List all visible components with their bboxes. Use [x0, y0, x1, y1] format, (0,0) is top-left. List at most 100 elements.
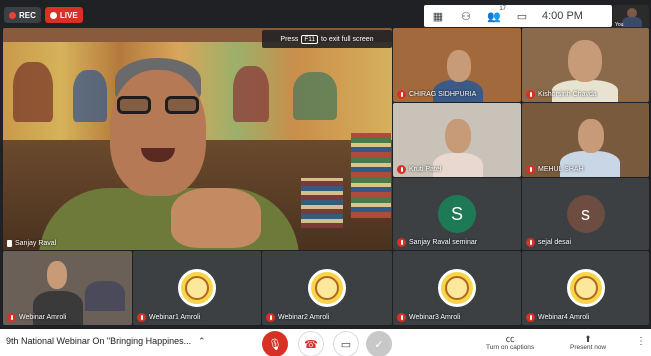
- main-speaker-name: Sanjay Raval: [15, 240, 57, 247]
- present-label: Present now: [570, 344, 607, 351]
- college-logo-icon: [308, 269, 346, 307]
- more-vert-icon[interactable]: ⋮: [636, 336, 646, 347]
- main-speaker-tile[interactable]: Sanjay Raval: [3, 28, 392, 250]
- bottom-toolbar: 9th National Webinar On "Bringing Happin…: [0, 329, 651, 356]
- captions-label: Turn on captions: [486, 344, 535, 351]
- participant-label: Webinar3 Amroli: [409, 314, 461, 321]
- speaker-head: [110, 70, 206, 196]
- grid-icon[interactable]: ▦: [424, 5, 452, 27]
- participants-count: 17: [499, 6, 506, 12]
- participant-name: sejal desai: [526, 238, 571, 247]
- participant-name: Sanjay Raval: [7, 240, 56, 247]
- college-logo-icon: [566, 269, 605, 307]
- check-icon: ✓: [374, 338, 384, 351]
- participant-label: Webinar4 Amroli: [538, 314, 590, 321]
- participant-tile[interactable]: s sejal desai: [522, 178, 649, 250]
- avatar: s: [566, 195, 605, 233]
- participant-name: Webinar3 Amroli: [397, 313, 460, 322]
- mic-off-icon: [266, 313, 275, 322]
- college-logo-icon: [438, 269, 476, 307]
- hint-press: Press: [280, 35, 299, 43]
- self-view[interactable]: You: [613, 5, 649, 29]
- mic-off-icon: [7, 313, 16, 322]
- captions-button[interactable]: ㏄ Turn on captions: [486, 334, 534, 351]
- participant-label: Webinar2 Amroli: [278, 314, 330, 321]
- chevron-up-icon[interactable]: ⌃: [198, 336, 206, 347]
- participant-label: sejal desai: [538, 239, 572, 246]
- participant-label: Kruti Patel: [409, 166, 442, 173]
- participant-tile[interactable]: Webinar2 Amroli: [262, 251, 392, 325]
- hint-key: F11: [301, 34, 319, 44]
- rec-badge: REC: [4, 7, 41, 23]
- participant-face: [447, 50, 471, 82]
- pin-icon: [7, 240, 12, 247]
- participant-tile[interactable]: Kruti Patel: [393, 103, 521, 177]
- participant-name: Webinar1 Amroli: [137, 313, 200, 322]
- participant-name: Kishorsinh Chavda: [526, 90, 597, 99]
- speaker-hands: [171, 188, 261, 248]
- mic-off-icon: [526, 90, 535, 99]
- camera-icon: ▭: [340, 338, 352, 351]
- mic-off-icon: [137, 313, 146, 322]
- self-body: [622, 17, 642, 27]
- participant-name: Sanjay Raval seminar: [397, 238, 477, 247]
- participant-face: [568, 40, 602, 82]
- participant-tile[interactable]: Webinar Amroli: [3, 251, 132, 325]
- participant-name: Webinar2 Amroli: [266, 313, 329, 322]
- participant-name: Webinar Amroli: [7, 313, 66, 322]
- participant-label: Webinar Amroli: [19, 314, 67, 321]
- live-dot-icon: [49, 11, 57, 19]
- mic-off-button[interactable]: 🎙: [262, 331, 288, 356]
- participant-label: MEHUL SHAH: [538, 166, 584, 173]
- speaker-glasses: [110, 96, 206, 116]
- participant-face: [47, 261, 67, 289]
- participant-face: [578, 119, 604, 153]
- live-badge: LIVE: [44, 7, 83, 23]
- status-pills: REC LIVE: [4, 7, 83, 23]
- participant-tile[interactable]: S Sanjay Raval seminar: [393, 178, 521, 250]
- top-toolbar: ▦ ⚇ 👥 17 ▭ 4:00 PM: [424, 5, 612, 27]
- mic-off-icon: [397, 165, 406, 174]
- participant-tile[interactable]: Kishorsinh Chavda: [522, 28, 649, 102]
- clock: 4:00 PM: [542, 10, 583, 22]
- hangup-icon: ☎: [304, 338, 318, 351]
- mic-off-icon: [526, 165, 535, 174]
- mic-off-icon: 🎙: [268, 338, 282, 351]
- participant-tile[interactable]: Webinar4 Amroli: [522, 251, 649, 325]
- confirm-button[interactable]: ✓: [366, 331, 392, 356]
- rec-label: REC: [19, 10, 36, 20]
- activities-icon[interactable]: ⚇: [452, 5, 480, 27]
- chat-icon[interactable]: ▭: [508, 5, 536, 27]
- participant-label: Webinar1 Amroli: [149, 314, 201, 321]
- mic-off-icon: [397, 313, 406, 322]
- mural-figure: [293, 72, 337, 120]
- mic-off-icon: [397, 238, 406, 247]
- captions-icon: ㏄: [505, 334, 515, 344]
- participant-name: MEHUL SHAH: [526, 165, 584, 174]
- participant-tile[interactable]: Webinar3 Amroli: [393, 251, 521, 325]
- participant-name: CHIRAG SIDHPURIA: [397, 90, 476, 99]
- hangup-button[interactable]: ☎: [298, 331, 324, 356]
- mic-off-icon: [526, 238, 535, 247]
- bookstack: [301, 178, 343, 228]
- hint-text: to exit full screen: [321, 35, 374, 43]
- present-icon: ⬆: [584, 334, 592, 344]
- people-icon[interactable]: 👥 17: [480, 5, 508, 27]
- participant-shirt: [85, 281, 125, 311]
- mic-off-icon: [526, 313, 535, 322]
- participant-tile[interactable]: CHIRAG SIDHPURIA: [393, 28, 521, 102]
- camera-button[interactable]: ▭: [333, 331, 359, 356]
- college-logo-icon: [178, 269, 216, 307]
- participant-tile[interactable]: MEHUL SHAH: [522, 103, 649, 177]
- meet-window: REC LIVE ▦ ⚇ 👥 17 ▭ 4:00 PM You Sanjay Ra…: [0, 0, 651, 356]
- record-dot-icon: [9, 11, 16, 19]
- participant-tile[interactable]: Webinar1 Amroli: [133, 251, 261, 325]
- meeting-title[interactable]: 9th National Webinar On "Bringing Happin…: [6, 336, 191, 346]
- live-label: LIVE: [59, 10, 78, 20]
- present-button[interactable]: ⬆ Present now: [570, 334, 606, 351]
- mic-off-icon: [397, 90, 406, 99]
- avatar: S: [438, 195, 476, 233]
- fullscreen-hint: Press F11 to exit full screen: [262, 30, 392, 48]
- mural-figure: [13, 62, 53, 122]
- participant-label: CHIRAG SIDHPURIA: [409, 91, 477, 98]
